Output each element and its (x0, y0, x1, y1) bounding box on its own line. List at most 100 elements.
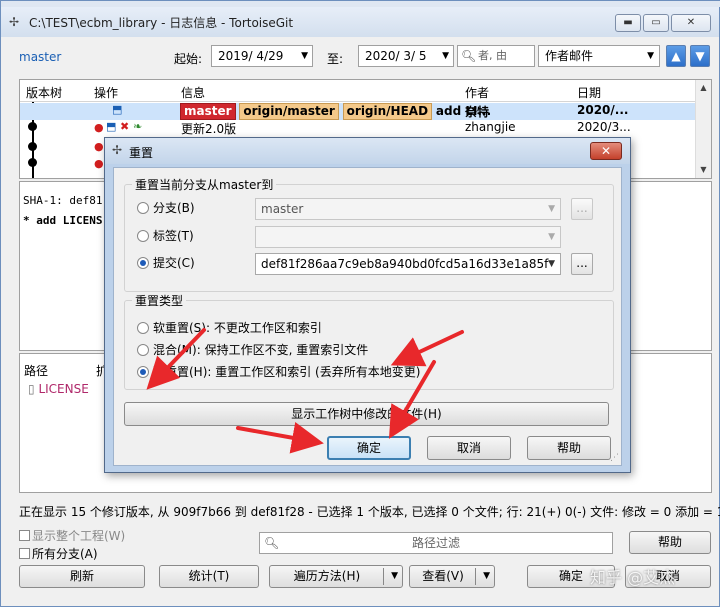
file-add-icon: ⬒ (112, 103, 123, 116)
filter-by-select[interactable]: 作者邮件 ▼ (538, 45, 660, 67)
walk-method-label: 遍历方法(H) (293, 569, 361, 583)
help-button[interactable]: 帮助 (629, 531, 711, 554)
split-divider (475, 568, 476, 585)
to-date-value: 2020/ 3/ 5 (365, 49, 427, 63)
col-path[interactable]: 路径 (24, 362, 48, 379)
show-worktree-changes-button[interactable]: 显示工作树中修改的文件(H) (124, 402, 609, 426)
down-arrow-button[interactable]: ▼ (690, 45, 710, 67)
error-icon: ● (94, 140, 104, 153)
branch-link[interactable]: master (19, 50, 61, 64)
branch-select[interactable]: master ▼ (255, 198, 561, 220)
file-item[interactable]: ▯ LICENSE (28, 382, 89, 396)
path-filter-placeholder: 路径过滤 (411, 536, 460, 550)
walk-method-button[interactable]: 遍历方法(H) ▼ (269, 565, 403, 588)
ref-tag-origin-master: origin/master (239, 103, 339, 120)
dialog-ok-button[interactable]: 确定 (327, 436, 411, 460)
view-label: 查看(V) (422, 569, 464, 583)
log-author: 奈特 (465, 105, 490, 119)
split-divider (383, 568, 384, 585)
log-date: 2020/3... (577, 120, 631, 134)
chevron-down-icon: ▼ (548, 259, 555, 269)
dialog-close-button[interactable]: ✕ (590, 142, 622, 160)
to-label: 至: (327, 52, 344, 66)
search-input[interactable]: 🔍︎ 者, 由 (457, 45, 535, 67)
error-icon: ● (94, 157, 104, 170)
close-button[interactable]: ✕ (671, 14, 711, 32)
radio-circle (137, 366, 149, 378)
mixed-reset-label: 混合(M): 保持工作区不变, 重置索引文件 (153, 343, 369, 357)
window-title: C:\TEST\ecbm_library - 日志信息 - TortoiseGi… (29, 15, 294, 30)
up-arrow-button[interactable]: ▲ (666, 45, 686, 67)
browse-branch-button[interactable]: ... (571, 198, 593, 220)
chevron-down-icon: ▼ (442, 51, 449, 61)
from-date-value: 2019/ 4/29 (218, 49, 284, 63)
dialog-help-button[interactable]: 帮助 (527, 436, 611, 460)
scroll-up-icon[interactable]: ▲ (696, 80, 711, 96)
view-button[interactable]: 查看(V) ▼ (409, 565, 495, 588)
refresh-button[interactable]: 刷新 (19, 565, 145, 588)
checkbox-box (19, 548, 30, 559)
browse-commit-button[interactable]: ... (571, 253, 593, 275)
to-date-picker[interactable]: 2020/ 3/ 5 ▼ (358, 45, 454, 67)
log-header: 版本树 操作 信息 作者 日期 (20, 80, 696, 102)
from-label: 起始: (174, 52, 203, 66)
all-branches-checkbox[interactable]: 所有分支(A) (19, 545, 98, 562)
radio-circle (137, 257, 149, 269)
search-icon: 🔍︎ (264, 536, 280, 550)
resize-grip-icon[interactable]: ⋰ (610, 453, 619, 463)
watermark: 知乎 @艾杰 (590, 568, 676, 587)
branch-radio-label: 分支(B) (153, 201, 195, 215)
path-filter-input[interactable]: 🔍︎ 路径过滤 (259, 532, 613, 554)
statistics-button[interactable]: 统计(T) (159, 565, 259, 588)
file-add-icon: ⬒ (106, 120, 117, 133)
maximize-button[interactable]: ▭ (643, 14, 669, 32)
commit-select[interactable]: def81f286aa7c9eb8a940bd0fcd5a16d33e1a85f… (255, 253, 561, 275)
rename-icon: ❧ (133, 120, 143, 133)
show-whole-project-checkbox[interactable]: 显示整个工程(W) (19, 527, 125, 544)
hard-reset-label: 硬重置(H): 重置工作区和索引 (丢弃所有本地变更) (153, 365, 421, 379)
scroll-down-icon[interactable]: ▼ (696, 162, 711, 178)
chevron-down-icon: ▼ (548, 232, 555, 242)
file-name: LICENSE (38, 382, 89, 396)
checkbox-box (19, 530, 30, 541)
radio-circle (137, 322, 149, 334)
title-bar: ✢ C:\TEST\ecbm_library - 日志信息 - Tortoise… (1, 7, 719, 37)
log-date: 2020/... (577, 103, 629, 117)
chevron-down-icon[interactable]: ▼ (483, 566, 490, 587)
from-date-picker[interactable]: 2019/ 4/29 ▼ (211, 45, 313, 67)
dialog-title-bar: ✢ 重置 ✕ (105, 138, 630, 164)
soft-reset-radio[interactable]: 软重置(S): 不更改工作区和索引 (137, 319, 322, 336)
reset-type-group: 重置类型 软重置(S): 不更改工作区和索引 混合(M): 保持工作区不变, 重… (124, 292, 614, 390)
dialog-cancel-button[interactable]: 取消 (427, 436, 511, 460)
show-whole-project-label: 显示整个工程(W) (32, 529, 126, 543)
minimize-button[interactable]: ▬ (615, 14, 641, 32)
col-message[interactable]: 信息 (181, 84, 205, 101)
reset-type-title: 重置类型 (132, 292, 187, 309)
search-icon: 🔍︎ (461, 49, 477, 63)
commit-value: def81f286aa7c9eb8a940bd0fcd5a16d33e1a85f (261, 257, 549, 271)
log-message: 更新2.0版 (181, 122, 237, 136)
ref-tag-master: master (180, 103, 236, 120)
log-scrollbar[interactable]: ▲ ▼ (695, 80, 711, 178)
col-date[interactable]: 日期 (577, 84, 601, 101)
error-icon: ● (94, 121, 104, 134)
log-row[interactable]: ● ⬒ ✖ ❧ 更新2.0版 zhangjie 2020/3... (20, 120, 696, 137)
reset-target-group: 重置当前分支从master到 分支(B) master ▼ ... 标签(T) … (124, 176, 614, 292)
delete-icon: ✖ (120, 120, 130, 133)
reset-target-title: 重置当前分支从master到 (132, 176, 277, 193)
col-graph[interactable]: 版本树 (26, 84, 62, 101)
tag-select[interactable]: ▼ (255, 226, 561, 248)
branch-radio[interactable]: 分支(B) (137, 199, 195, 216)
chevron-down-icon[interactable]: ▼ (391, 566, 398, 587)
log-row[interactable]: ⬒ master origin/master origin/HEAD add L… (20, 103, 696, 120)
col-actions[interactable]: 操作 (94, 84, 118, 101)
commit-radio[interactable]: 提交(C) (137, 254, 195, 271)
tortoisegit-icon: ✢ (9, 15, 20, 29)
tag-radio[interactable]: 标签(T) (137, 227, 194, 244)
radio-circle (137, 344, 149, 356)
col-author[interactable]: 作者 (465, 84, 489, 101)
commit-radio-label: 提交(C) (153, 256, 195, 270)
hard-reset-radio[interactable]: 硬重置(H): 重置工作区和索引 (丢弃所有本地变更) (137, 363, 420, 380)
ref-tag-origin-head: origin/HEAD (342, 103, 433, 120)
mixed-reset-radio[interactable]: 混合(M): 保持工作区不变, 重置索引文件 (137, 341, 368, 358)
